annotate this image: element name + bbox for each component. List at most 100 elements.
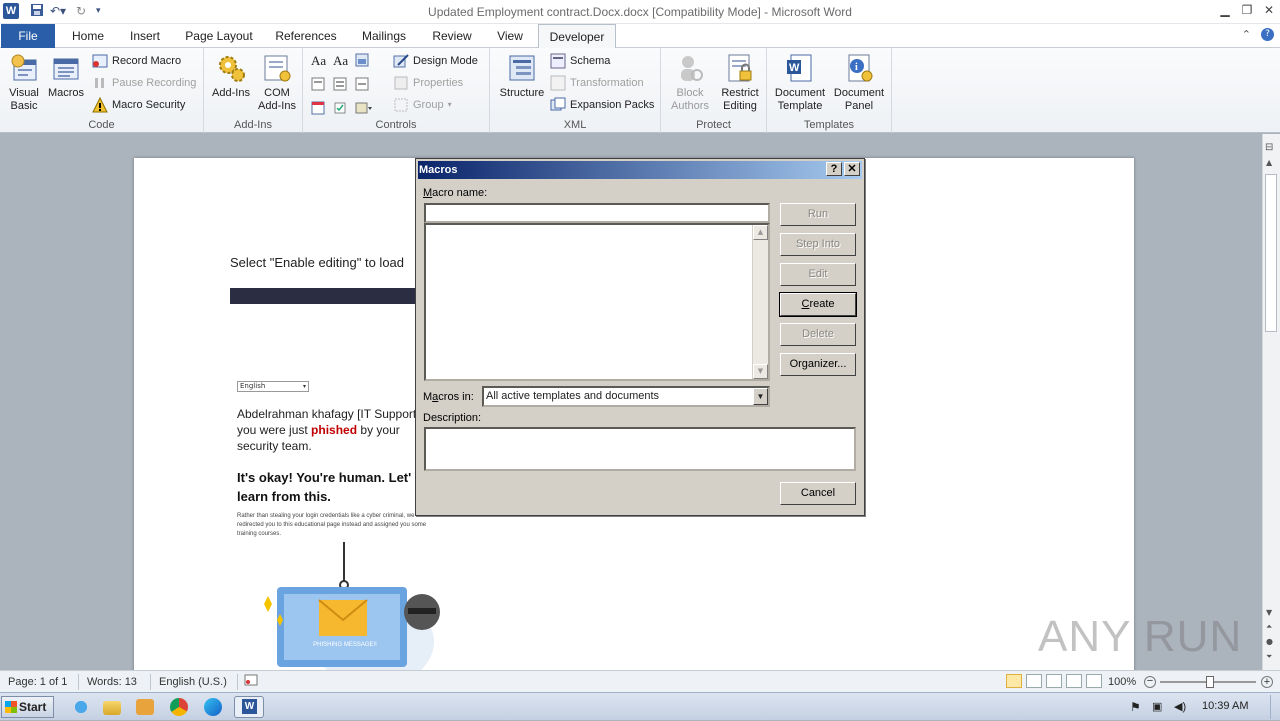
edge-icon[interactable] — [204, 698, 222, 716]
tab-file[interactable]: File — [1, 24, 55, 48]
scroll-down-icon[interactable]: ▼ — [753, 364, 768, 379]
step-into-button[interactable]: Step Into — [780, 233, 856, 256]
document-panel-button[interactable]: i Document Panel — [829, 52, 889, 113]
network-icon[interactable]: ▣ — [1152, 700, 1162, 713]
cancel-button[interactable]: Cancel — [780, 482, 856, 505]
structure-button[interactable]: Structure — [494, 52, 550, 100]
next-page-icon[interactable]: ⏷ — [1266, 652, 1272, 662]
edit-button[interactable]: Edit — [780, 263, 856, 286]
minimize-ribbon-icon[interactable]: ⌃ — [1242, 28, 1251, 41]
internet-explorer-icon[interactable] — [70, 697, 92, 717]
clock[interactable]: 10:39 AM — [1202, 700, 1248, 712]
media-player-icon[interactable] — [136, 699, 154, 715]
schema-button[interactable]: Schema — [550, 51, 610, 71]
record-macro-button[interactable]: Record Macro — [92, 51, 181, 71]
macro-security-button[interactable]: Macro Security — [92, 95, 185, 115]
start-button[interactable]: Start — [1, 696, 54, 718]
create-button[interactable]: Create — [779, 292, 857, 317]
chevron-down-icon: ▾ — [302, 383, 306, 390]
restore-icon[interactable]: ❐ — [1236, 0, 1258, 20]
tab-home[interactable]: Home — [64, 24, 112, 48]
svg-text:i: i — [855, 62, 858, 73]
previous-page-icon[interactable]: ⏶ — [1266, 622, 1272, 632]
delete-button[interactable]: Delete — [780, 323, 856, 346]
chrome-icon[interactable] — [170, 698, 188, 716]
vertical-scrollbar[interactable]: ⊟ ▲ ▼ ⏶ ● ⏷ — [1262, 134, 1280, 670]
com-add-ins-button[interactable]: COM Add-Ins — [254, 52, 300, 113]
properties-button[interactable]: Properties — [393, 73, 463, 93]
language-status[interactable]: English (U.S.) — [150, 674, 227, 690]
building-block-control-icon[interactable] — [311, 77, 333, 95]
add-ins-button[interactable]: Add-Ins — [208, 52, 254, 100]
volume-icon[interactable]: ◀) — [1174, 700, 1186, 713]
close-button[interactable]: ✕ — [844, 162, 860, 176]
scroll-up-icon[interactable]: ▲ — [1266, 158, 1272, 167]
group-label-xml: XML — [563, 119, 587, 131]
visual-basic-icon — [8, 52, 40, 84]
macros-in-select[interactable]: All active templates and documents ▼ — [482, 386, 770, 407]
combo-box-control-icon[interactable] — [333, 77, 355, 95]
expansion-packs-button[interactable]: Expansion Packs — [550, 95, 654, 115]
word-taskbar-button[interactable]: W — [234, 696, 264, 718]
help-icon[interactable]: ? — [1261, 28, 1274, 41]
check-box-control-icon[interactable] — [333, 101, 355, 119]
design-mode-button[interactable]: Design Mode — [393, 51, 478, 71]
scroll-down-icon[interactable]: ▼ — [1266, 608, 1272, 617]
tab-mailings[interactable]: Mailings — [354, 24, 414, 48]
draft-icon[interactable] — [1086, 674, 1102, 688]
transformation-button[interactable]: Transformation — [550, 73, 644, 93]
macro-list-scrollbar[interactable]: ▲ ▼ — [752, 225, 768, 379]
zoom-out-icon[interactable]: − — [1144, 676, 1156, 688]
legacy-tools-icon[interactable] — [355, 101, 377, 119]
dialog-title-bar: Macros ? ✕ — [418, 161, 862, 179]
macro-name-input[interactable] — [424, 203, 770, 223]
drop-down-control-icon[interactable] — [355, 77, 377, 95]
tab-page-layout[interactable]: Page Layout — [181, 24, 257, 48]
file-explorer-icon[interactable] — [103, 701, 121, 715]
print-layout-icon[interactable] — [1006, 674, 1022, 688]
tab-review[interactable]: Review — [426, 24, 478, 48]
macros-button[interactable]: Macros — [46, 52, 86, 100]
word-count[interactable]: Words: 13 — [78, 674, 137, 690]
restrict-editing-button[interactable]: Restrict Editing — [715, 52, 765, 113]
close-icon[interactable]: ✕ — [1258, 0, 1280, 20]
show-desktop-button[interactable] — [1270, 695, 1280, 719]
zoom-slider-thumb[interactable] — [1206, 676, 1214, 688]
minimize-icon[interactable]: ▁ — [1214, 0, 1236, 20]
ruler-toggle-icon[interactable]: ⊟ — [1265, 142, 1273, 153]
outline-icon[interactable] — [1066, 674, 1082, 688]
scroll-up-icon[interactable]: ▲ — [753, 225, 768, 240]
full-screen-reading-icon[interactable] — [1026, 674, 1042, 688]
pause-recording-button[interactable]: Pause Recording — [92, 73, 196, 93]
phishing-illustration — [264, 542, 440, 670]
organizer-button[interactable]: Organizer... — [780, 353, 856, 376]
tab-view[interactable]: View — [488, 24, 532, 48]
tab-references[interactable]: References — [268, 24, 344, 48]
visual-basic-button[interactable]: Visual Basic — [4, 52, 44, 113]
zoom-level[interactable]: 100% — [1108, 674, 1136, 690]
scroll-thumb[interactable] — [1265, 174, 1277, 332]
plain-text-control-icon[interactable]: Aa — [333, 53, 355, 71]
properties-icon — [393, 75, 409, 91]
date-picker-control-icon[interactable] — [311, 101, 333, 119]
rich-text-control-icon[interactable]: Aa — [311, 53, 333, 71]
document-template-button[interactable]: W Document Template — [771, 52, 829, 113]
tab-insert[interactable]: Insert — [121, 24, 169, 48]
group-icon — [393, 97, 409, 113]
page-count[interactable]: Page: 1 of 1 — [8, 674, 67, 690]
flag-icon[interactable]: ⚑ — [1130, 700, 1141, 714]
macro-list[interactable]: ▲ ▼ — [424, 223, 770, 381]
macro-record-icon[interactable] — [237, 674, 258, 690]
run-button[interactable]: Run — [780, 203, 856, 226]
tab-developer[interactable]: Developer — [538, 24, 616, 49]
select-browse-object-icon[interactable]: ● — [1266, 637, 1273, 646]
zoom-in-icon[interactable]: + — [1261, 676, 1273, 688]
help-button[interactable]: ? — [826, 162, 842, 176]
web-layout-icon[interactable] — [1046, 674, 1062, 688]
group-label-controls: Controls — [375, 119, 417, 131]
chevron-down-icon[interactable]: ▼ — [753, 388, 768, 405]
group-button[interactable]: Group ▾ — [393, 95, 452, 115]
picture-control-icon[interactable] — [355, 53, 377, 71]
language-select[interactable]: English ▾ — [237, 381, 309, 392]
block-authors-button[interactable]: Block Authors — [665, 52, 715, 113]
